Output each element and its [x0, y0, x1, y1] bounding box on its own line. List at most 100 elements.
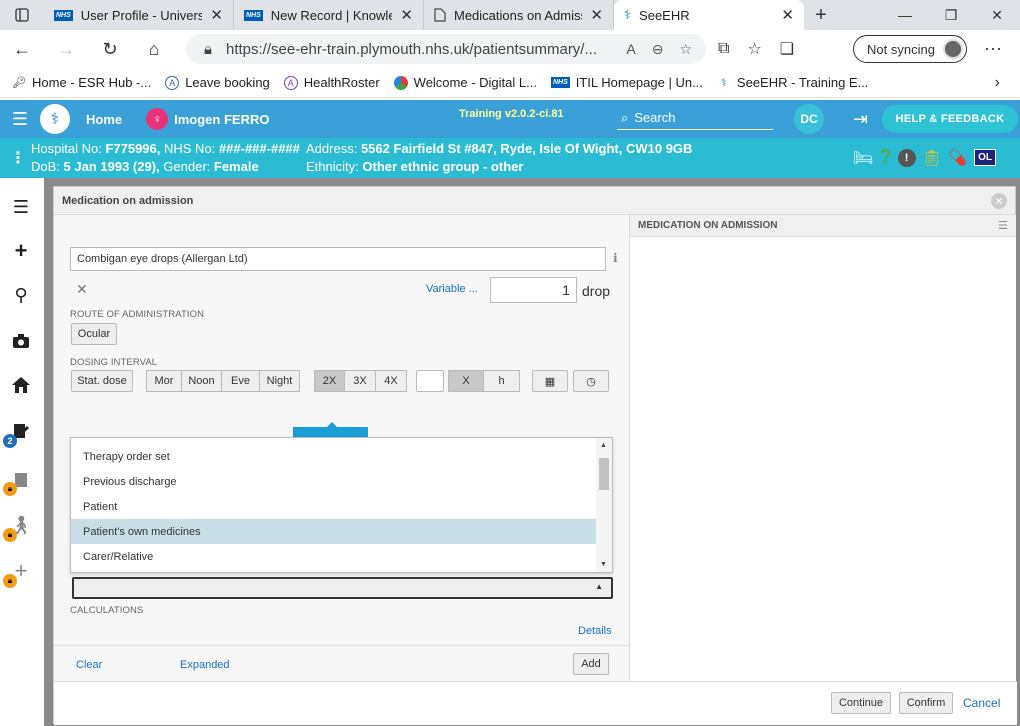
minimize-icon[interactable]: —	[882, 0, 928, 30]
collections-icon[interactable]: ❏	[780, 39, 794, 59]
eve-button[interactable]: Eve	[222, 370, 260, 392]
dropdown-scrollbar[interactable]: ▲ ▼	[596, 438, 612, 572]
bookmark-leave[interactable]: A Leave booking	[165, 75, 270, 90]
browser-tab-seeehr[interactable]: ⚕ SeeEHR ✕	[614, 0, 804, 30]
drug-field[interactable]: Combigan eye drops (Allergan Ltd)	[70, 247, 606, 271]
female-patient-icon: ♀	[146, 108, 169, 130]
confirm-button[interactable]: Confirm	[899, 692, 953, 714]
continue-button[interactable]: Continue	[831, 692, 891, 714]
hours-button[interactable]: h	[484, 370, 520, 392]
add-icon[interactable]: +	[8, 238, 34, 264]
pill-icon[interactable]: 💊︎	[948, 148, 968, 168]
scroll-up-icon[interactable]: ▲	[600, 442, 607, 449]
pane-menu-icon[interactable]: ☰	[998, 219, 1008, 232]
add-button[interactable]: Add	[573, 653, 609, 675]
close-tab-icon[interactable]: ✕	[400, 6, 413, 24]
seeehr-icon: ⚕	[720, 77, 727, 89]
more-options-icon[interactable]: ···	[984, 38, 1002, 59]
expanded-link[interactable]: Expanded	[180, 659, 230, 671]
refresh-button[interactable]: ↻	[88, 30, 132, 68]
bookmark-esr[interactable]: 🔑︎ Home - ESR Hub -...	[12, 75, 151, 90]
list-item[interactable]: Patient's own medicines	[71, 519, 597, 544]
bookmark-digital[interactable]: Welcome - Digital L...	[393, 75, 537, 90]
variable-link[interactable]: Variable ...	[426, 283, 478, 295]
tab-actions-icon[interactable]	[0, 0, 44, 30]
patient-chip[interactable]: ♀ Imogen FERRO	[146, 108, 269, 130]
alert-icon[interactable]: !	[897, 148, 916, 167]
search-button[interactable]: ⌕ Search	[617, 106, 773, 130]
close-tab-icon[interactable]: ✕	[590, 6, 603, 24]
new-tab-button[interactable]: +	[804, 0, 838, 30]
logout-icon[interactable]: ⇥	[853, 109, 868, 130]
calendar-button[interactable]: ▦	[532, 370, 568, 392]
history-button[interactable]: ◷	[573, 370, 609, 392]
noon-button[interactable]: Noon	[182, 370, 222, 392]
close-window-icon[interactable]: ✕	[974, 0, 1020, 30]
browser-tab-new-record[interactable]: NHS New Record | Knowledg ✕	[234, 0, 424, 30]
page-icon	[434, 8, 446, 22]
mor-button[interactable]: Mor	[146, 370, 182, 392]
bookmark-healthroster[interactable]: A HealthRoster	[283, 75, 380, 90]
zoom-icon[interactable]: ⊖	[652, 41, 664, 58]
help-feedback-button[interactable]: HELP & FEEDBACK	[882, 105, 1018, 133]
clear-link[interactable]: Clear	[76, 659, 102, 671]
list-icon[interactable]: ☰	[8, 194, 34, 220]
home-button[interactable]: ⌂	[132, 30, 176, 68]
house-icon[interactable]	[8, 372, 34, 398]
list-item[interactable]: Patient	[71, 494, 597, 519]
freq-2x-button[interactable]: 2X	[314, 370, 345, 392]
ol-badge[interactable]: OL	[974, 149, 997, 166]
seeehr-logo-icon[interactable]: ⚕	[40, 104, 70, 134]
locked-clipboard-icon[interactable]: 🔒︎	[3, 466, 34, 496]
stat-dose-button[interactable]: Stat. dose	[71, 370, 133, 392]
clipboard-icon[interactable]: 📋︎	[922, 148, 942, 168]
home-link[interactable]: Home	[86, 112, 122, 127]
list-item[interactable]: Therapy order set	[71, 444, 597, 469]
scroll-down-icon[interactable]: ▼	[600, 561, 607, 568]
browser-tab-medications[interactable]: Medications on Admiss ✕	[424, 0, 614, 30]
close-tab-icon[interactable]: ✕	[210, 6, 223, 24]
bed-icon[interactable]: 🛏︎	[853, 148, 873, 168]
bookmark-itil[interactable]: NHS ITIL Homepage | Un...	[550, 75, 703, 90]
interval-input[interactable]	[416, 370, 444, 392]
bookmark-seeehr[interactable]: ⚕ SeeEHR - Training E...	[717, 75, 868, 90]
stethoscope-icon[interactable]: ⚲	[8, 282, 34, 308]
restore-icon[interactable]: ❐	[928, 0, 974, 30]
locked-walking-icon[interactable]: 🚶︎ 🔒︎	[3, 512, 34, 542]
dose-input[interactable]: 1	[490, 277, 577, 303]
lock-icon[interactable]: 🔒︎	[204, 41, 212, 58]
list-item[interactable]: Previous discharge	[71, 469, 597, 494]
favorite-add-icon[interactable]: ☆	[679, 41, 692, 58]
scroll-thumb[interactable]	[599, 458, 609, 490]
close-tab-icon[interactable]: ✕	[781, 6, 794, 24]
extensions-icon[interactable]: ⧉	[718, 40, 729, 58]
sync-button[interactable]: Not syncing	[853, 35, 967, 63]
locked-add-icon[interactable]: + 🔒︎	[3, 558, 34, 588]
browser-tab-user-profile[interactable]: NHS User Profile - University ✕	[44, 0, 234, 30]
source-dropdown-list[interactable]: Therapy order set Previous discharge Pat…	[70, 437, 613, 573]
night-button[interactable]: Night	[260, 370, 300, 392]
clear-drug-icon[interactable]: ✕	[76, 281, 88, 298]
cancel-link[interactable]: Cancel	[963, 696, 1000, 710]
source-select[interactable]: ▲	[72, 577, 613, 599]
info-icon[interactable]: ℹ	[613, 251, 618, 265]
forward-button[interactable]: →	[44, 30, 88, 68]
read-aloud-icon[interactable]: A	[626, 41, 635, 58]
list-item[interactable]: Carer/Relative	[71, 544, 597, 569]
prescription-icon[interactable]: 2	[3, 418, 34, 448]
close-icon[interactable]: ✕	[991, 193, 1007, 209]
banner-menu-icon[interactable]: ⋮	[10, 148, 26, 168]
chevron-right-icon[interactable]: ›	[995, 74, 1000, 92]
details-link[interactable]: Details	[578, 625, 612, 637]
favorites-icon[interactable]: ☆	[747, 39, 761, 59]
menu-icon[interactable]: ☰	[0, 109, 40, 130]
user-avatar[interactable]: DC	[794, 104, 824, 134]
back-button[interactable]: ←	[0, 30, 44, 68]
camera-icon[interactable]	[8, 328, 34, 354]
url-field[interactable]: 🔒︎ https://see-ehr-train.plymouth.nhs.uk…	[186, 34, 706, 64]
x-button[interactable]: X	[448, 370, 484, 392]
freq-3x-button[interactable]: 3X	[345, 370, 376, 392]
question-icon[interactable]: ?	[879, 146, 891, 169]
freq-4x-button[interactable]: 4X	[376, 370, 407, 392]
route-ocular-button[interactable]: Ocular	[71, 323, 117, 345]
